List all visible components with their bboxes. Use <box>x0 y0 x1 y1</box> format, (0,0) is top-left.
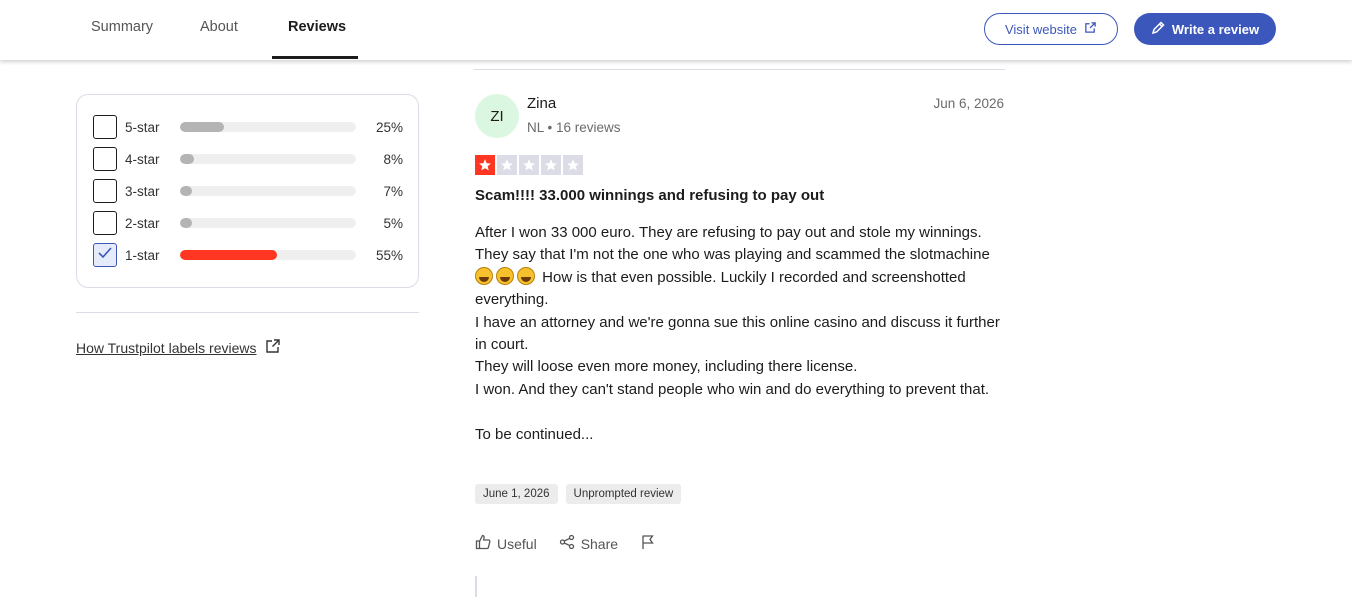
star-icon-empty <box>497 155 517 175</box>
tab-summary[interactable]: Summary <box>91 19 153 35</box>
avatar[interactable]: ZI <box>475 94 519 138</box>
filter-5-star[interactable]: 5-star 25% <box>93 115 403 139</box>
share-icon <box>559 534 575 553</box>
distribution-bar-fill <box>180 154 194 164</box>
distribution-bar <box>180 218 356 228</box>
star-icon-empty <box>519 155 539 175</box>
sidebar-divider <box>76 312 419 313</box>
filter-percent: 55% <box>375 247 403 263</box>
review-title[interactable]: Scam!!!! 33.000 winnings and refusing to… <box>475 187 824 204</box>
distribution-bar-fill <box>180 186 192 196</box>
filter-checkbox[interactable] <box>93 179 117 203</box>
distribution-bar-fill <box>180 122 224 132</box>
useful-button[interactable]: Useful <box>475 534 537 553</box>
filter-label: 4-star <box>125 151 160 167</box>
distribution-bar <box>180 154 356 164</box>
filter-1-star[interactable]: 1-star 55% <box>93 243 403 267</box>
review-paragraph: They will loose even more money, includi… <box>475 358 858 376</box>
star-icon-empty <box>563 155 583 175</box>
pencil-icon <box>1151 20 1165 38</box>
filter-percent: 25% <box>375 119 403 135</box>
rofl-emoji-icon <box>475 266 493 285</box>
rofl-emoji-icon <box>496 266 514 285</box>
active-tab-indicator <box>272 56 358 59</box>
review-actions: Useful Share <box>475 534 656 553</box>
filter-checkbox[interactable] <box>93 115 117 139</box>
distribution-bar-fill <box>180 250 277 260</box>
external-link-icon <box>265 338 281 357</box>
share-button[interactable]: Share <box>559 534 618 553</box>
useful-label: Useful <box>497 535 537 552</box>
review-tags: June 1, 2026 Unprompted review <box>475 484 682 504</box>
visit-website-label: Visit website <box>1004 21 1077 37</box>
filter-percent: 7% <box>383 183 403 199</box>
star-filter-card: 5-star 25% 4-star 8% 3-star 7% 2-star 5%… <box>76 94 419 288</box>
star-icon-empty <box>541 155 561 175</box>
top-navigation: Summary About Reviews Visit website Writ… <box>0 0 1352 60</box>
filter-percent: 8% <box>383 151 403 167</box>
filter-label: 5-star <box>125 119 160 135</box>
filter-4-star[interactable]: 4-star 8% <box>93 147 403 171</box>
unprompted-review-chip[interactable]: Unprompted review <box>565 484 682 504</box>
rofl-emoji-icon <box>517 266 535 285</box>
filter-2-star[interactable]: 2-star 5% <box>93 211 403 235</box>
filter-checkbox[interactable] <box>93 147 117 171</box>
review-body: After I won 33 000 euro. They are refusi… <box>475 222 1005 446</box>
distribution-bar <box>180 122 356 132</box>
write-review-button[interactable]: Write a review <box>1134 13 1276 45</box>
review-paragraph: To be continued... <box>475 425 594 443</box>
reviewer-name[interactable]: Zina <box>527 95 556 112</box>
filter-checkbox[interactable] <box>93 211 117 235</box>
thumbs-up-icon <box>475 534 491 553</box>
labels-reviews-link-text: How Trustpilot labels reviews <box>76 339 257 356</box>
share-label: Share <box>580 535 619 552</box>
filter-percent: 5% <box>383 215 403 231</box>
external-link-icon <box>1084 21 1097 37</box>
checkmark-icon <box>98 246 112 264</box>
star-icon-filled <box>475 155 495 175</box>
distribution-bar <box>180 250 356 260</box>
reviewer-meta: NL • 16 reviews <box>527 120 621 135</box>
tab-about[interactable]: About <box>200 19 238 35</box>
filter-label: 3-star <box>125 183 160 199</box>
star-rating <box>475 155 583 175</box>
labels-reviews-link[interactable]: How Trustpilot labels reviews <box>76 338 281 357</box>
flag-icon <box>640 534 656 553</box>
review-paragraph: I won. And they can't stand people who w… <box>475 380 990 398</box>
filter-label: 1-star <box>125 247 160 263</box>
write-review-label: Write a review <box>1171 21 1260 37</box>
review-date: Jun 6, 2026 <box>933 96 1004 111</box>
review-paragraph: I have an attorney and we're gonna sue t… <box>475 313 1000 354</box>
filter-checkbox-checked[interactable] <box>93 243 117 267</box>
review-text: After I won 33 000 euro. They are refusi… <box>475 224 990 264</box>
review-paragraph: After I won 33 000 euro. They are refusi… <box>475 222 1005 312</box>
review-top-divider <box>474 69 1005 70</box>
company-reply-divider <box>475 576 477 597</box>
filter-3-star[interactable]: 3-star 7% <box>93 179 403 203</box>
filter-label: 2-star <box>125 215 160 231</box>
tab-reviews[interactable]: Reviews <box>288 19 346 35</box>
experience-date-chip: June 1, 2026 <box>475 484 558 504</box>
review-text: How is that even possible. Luckily I rec… <box>475 268 966 309</box>
distribution-bar-fill <box>180 218 192 228</box>
report-flag-button[interactable] <box>640 534 656 553</box>
distribution-bar <box>180 186 356 196</box>
visit-website-button[interactable]: Visit website <box>984 13 1118 45</box>
